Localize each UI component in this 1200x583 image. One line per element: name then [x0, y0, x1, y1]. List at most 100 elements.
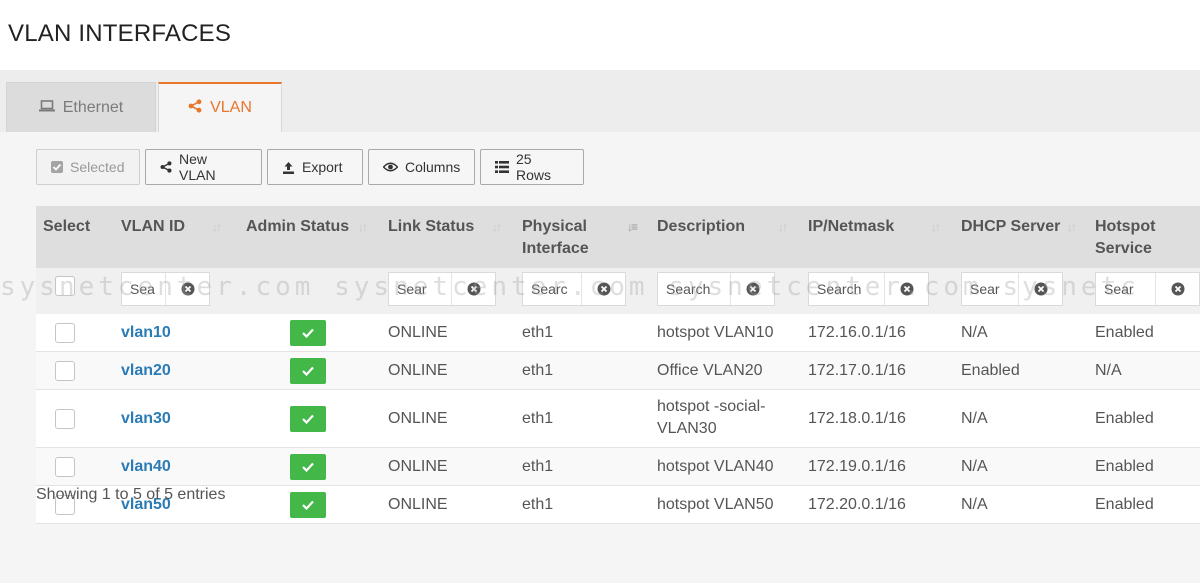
- selected-button[interactable]: Selected: [36, 149, 140, 185]
- clear-filter-icon[interactable]: [451, 273, 495, 305]
- table-row: vlan10 ONLINE eth1 hotspot VLAN10 172.16…: [36, 314, 1200, 352]
- ip-netmask: 172.20.0.1/16: [808, 496, 906, 513]
- row-checkbox[interactable]: [55, 323, 75, 343]
- ip-netmask: 172.16.0.1/16: [808, 324, 906, 341]
- sort-icon[interactable]: ↓↑: [778, 220, 788, 234]
- sort-icon[interactable]: ↓↑: [1067, 220, 1077, 234]
- column-header-admin-status[interactable]: Admin Status: [246, 216, 349, 238]
- ip-netmask-search-input[interactable]: Search: [809, 273, 884, 305]
- dhcp-server: N/A: [961, 458, 988, 475]
- columns-button-label: Columns: [405, 159, 461, 175]
- dhcp-server: N/A: [961, 496, 988, 513]
- interfaces-panel: Ethernet VLAN Selected New VLAN Export C…: [0, 70, 1200, 583]
- column-header-physical-interface[interactable]: Physical Interface: [522, 216, 589, 260]
- sort-icon[interactable]: ↓↑: [492, 220, 502, 234]
- clear-filter-icon[interactable]: [581, 273, 625, 305]
- vlan-id-search-input[interactable]: Sea: [122, 273, 165, 305]
- dhcp-server-filter: Sear: [961, 272, 1063, 306]
- upload-icon: [282, 161, 295, 174]
- laptop-icon: [38, 99, 55, 117]
- description: Office VLAN20: [657, 362, 763, 379]
- vlan-id-filter: Sea: [121, 272, 210, 306]
- table-row: vlan20 ONLINE eth1 Office VLAN20 172.17.…: [36, 352, 1200, 390]
- description-search-input[interactable]: Search: [658, 273, 730, 305]
- physical-interface: eth1: [522, 410, 554, 427]
- clear-filter-icon[interactable]: [884, 273, 928, 305]
- table-header: Select VLAN ID ↓↑ Admin Status ↓↑ Link S…: [36, 206, 1200, 268]
- hotspot-service: Enabled: [1095, 458, 1154, 475]
- admin-status-badge[interactable]: [290, 492, 326, 518]
- column-header-ip-netmask[interactable]: IP/Netmask: [808, 216, 894, 238]
- physical-interface: eth1: [522, 362, 554, 379]
- table-row: vlan40 ONLINE eth1 hotspot VLAN40 172.19…: [36, 448, 1200, 486]
- check-icon: [302, 328, 314, 338]
- physical-interface: eth1: [522, 458, 554, 475]
- dhcp-server-search-input[interactable]: Sear: [962, 273, 1018, 305]
- sort-icon[interactable]: ↓↑: [931, 220, 941, 234]
- column-header-vlan-id[interactable]: VLAN ID: [121, 216, 185, 238]
- description: hotspot VLAN50: [657, 496, 774, 513]
- clear-filter-icon[interactable]: [1018, 273, 1062, 305]
- admin-status-badge[interactable]: [290, 454, 326, 480]
- ip-netmask: 172.19.0.1/16: [808, 458, 906, 475]
- select-all-checkbox[interactable]: [55, 276, 75, 296]
- physical-interface-search-input[interactable]: Searc: [523, 273, 581, 305]
- clear-filter-icon[interactable]: [730, 273, 774, 305]
- hotspot-service: Enabled: [1095, 324, 1154, 341]
- column-header-hotspot-service[interactable]: Hotspot Service: [1095, 216, 1155, 260]
- vlan-id-link[interactable]: vlan30: [121, 408, 171, 430]
- rows-per-page-button-label: 25 Rows: [516, 151, 552, 183]
- admin-status-badge[interactable]: [290, 358, 326, 384]
- columns-button[interactable]: Columns: [368, 149, 475, 185]
- ip-netmask: 172.17.0.1/16: [808, 362, 906, 379]
- physical-interface: eth1: [522, 324, 554, 341]
- tab-ethernet[interactable]: Ethernet: [6, 82, 156, 132]
- rows-per-page-button[interactable]: 25 Rows: [480, 149, 584, 185]
- share-icon: [160, 161, 172, 173]
- sort-icon[interactable]: ↓↑: [212, 220, 222, 234]
- check-icon: [302, 366, 314, 376]
- row-checkbox[interactable]: [55, 409, 75, 429]
- sort-icon[interactable]: ↓↑: [358, 220, 368, 234]
- clear-filter-icon[interactable]: [1155, 273, 1199, 305]
- hotspot-service: N/A: [1095, 362, 1122, 379]
- column-header-dhcp-server[interactable]: DHCP Server: [961, 216, 1060, 238]
- link-status: ONLINE: [388, 362, 448, 379]
- column-header-link-status[interactable]: Link Status: [388, 216, 474, 238]
- link-status: ONLINE: [388, 324, 448, 341]
- ip-netmask-filter: Search: [808, 272, 929, 306]
- description: hotspot -social- VLAN30: [657, 398, 766, 437]
- ip-netmask: 172.18.0.1/16: [808, 410, 906, 427]
- list-icon: [495, 161, 509, 173]
- tab-vlan[interactable]: VLAN: [158, 82, 282, 132]
- table-row: vlan30 ONLINE eth1 hotspot -social- VLAN…: [36, 390, 1200, 448]
- eye-icon: [383, 162, 398, 172]
- row-checkbox[interactable]: [55, 457, 75, 477]
- hotspot-service-search-input[interactable]: Sear: [1096, 273, 1155, 305]
- description-filter: Search: [657, 272, 775, 306]
- vlan-id-link[interactable]: vlan20: [121, 360, 171, 382]
- clear-filter-icon[interactable]: [165, 273, 209, 305]
- tab-ethernet-label: Ethernet: [62, 98, 124, 116]
- row-checkbox[interactable]: [55, 361, 75, 381]
- dhcp-server: N/A: [961, 410, 988, 427]
- vlan-tab-content: Selected New VLAN Export Columns 25 Rows…: [0, 132, 1200, 583]
- new-vlan-button[interactable]: New VLAN: [145, 149, 262, 185]
- column-header-description[interactable]: Description: [657, 216, 745, 238]
- link-status: ONLINE: [388, 458, 448, 475]
- vlan-id-link[interactable]: vlan40: [121, 456, 171, 478]
- admin-status-badge[interactable]: [290, 320, 326, 346]
- description: hotspot VLAN10: [657, 324, 774, 341]
- table-info: Showing 1 to 5 of 5 entries: [36, 486, 226, 503]
- dhcp-server: Enabled: [961, 362, 1020, 379]
- admin-status-badge[interactable]: [290, 406, 326, 432]
- export-button[interactable]: Export: [267, 149, 363, 185]
- sort-active-icon[interactable]: ↓≡: [627, 220, 638, 234]
- link-status-search-input[interactable]: Sear: [389, 273, 451, 305]
- hotspot-service: Enabled: [1095, 496, 1154, 513]
- vlan-id-link[interactable]: vlan10: [121, 322, 171, 344]
- share-icon: [188, 98, 202, 118]
- link-status: ONLINE: [388, 496, 448, 513]
- column-header-select[interactable]: Select: [43, 216, 90, 238]
- tab-vlan-label: VLAN: [210, 99, 252, 116]
